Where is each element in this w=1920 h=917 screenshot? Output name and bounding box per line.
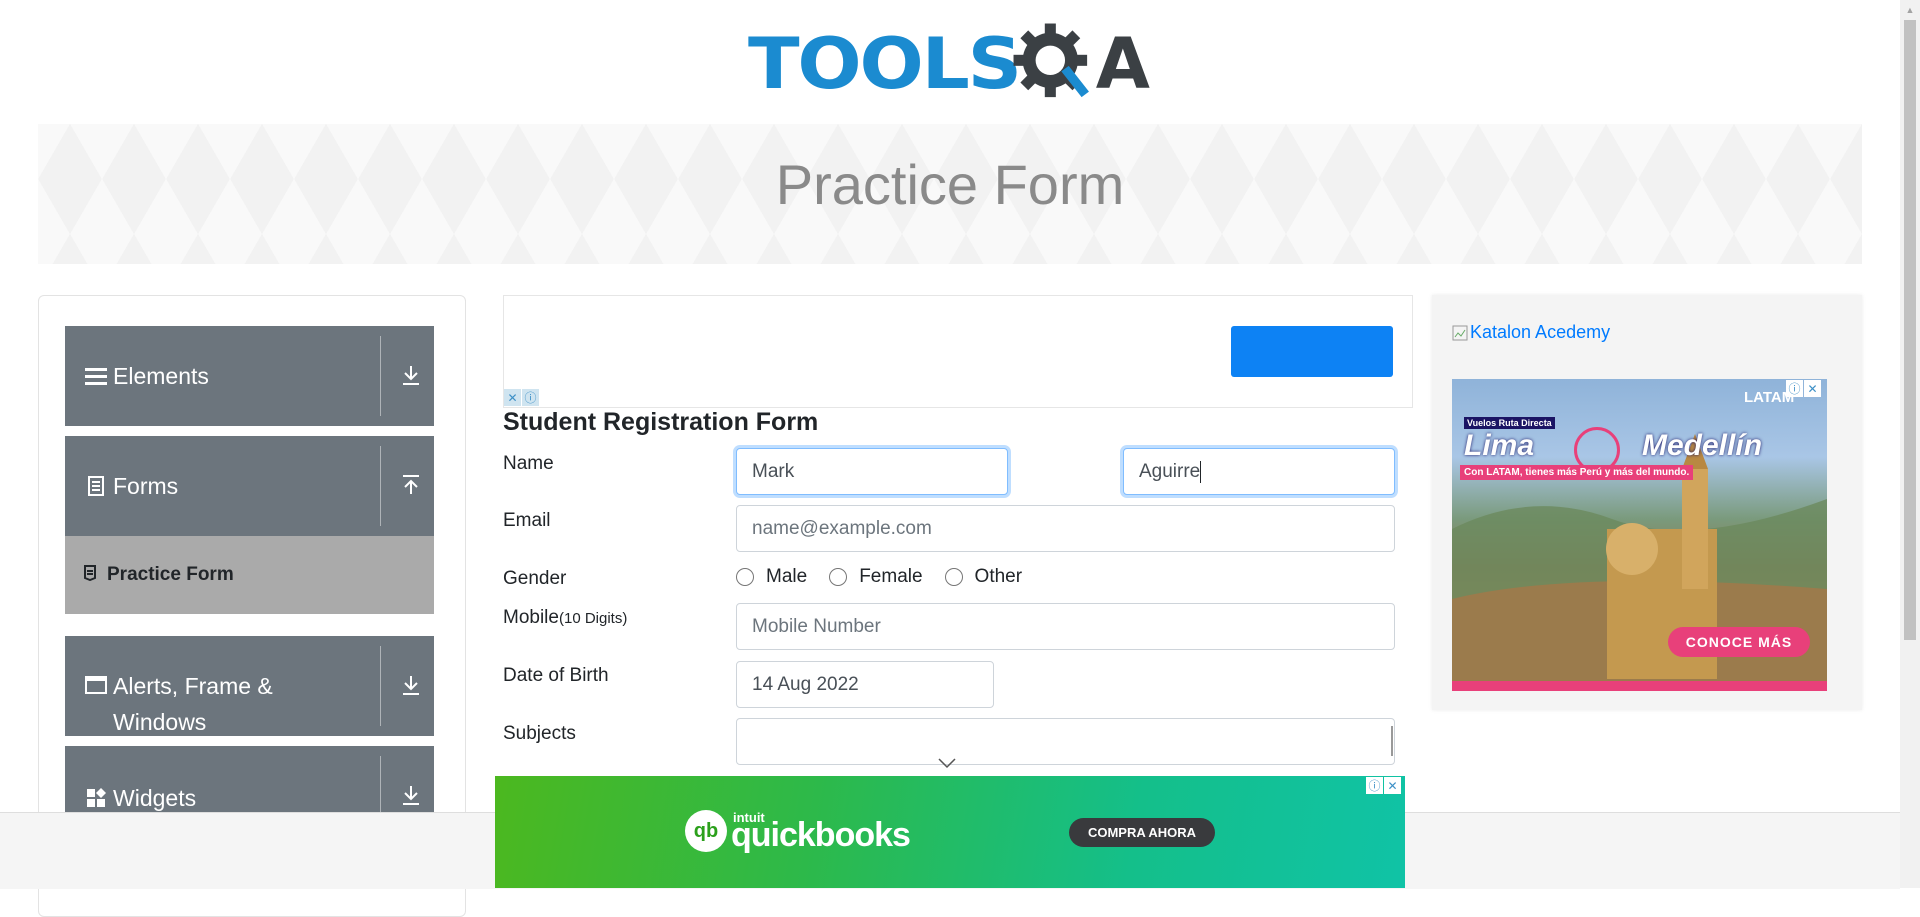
email-label: Email (503, 510, 551, 531)
sidebar-group-label: Forms (113, 473, 179, 499)
mobile-label: Mobile(10 Digits) (503, 607, 627, 629)
sidebar-group-label: Alerts, Frame & (113, 673, 273, 699)
hamburger-icon (85, 366, 107, 386)
latam-advertisement[interactable]: Vuelos Ruta Directa Lima Medellín Con LA… (1452, 379, 1827, 691)
right-ad-choices[interactable]: ⓘ ✕ (1786, 380, 1821, 397)
sidebar-group-label-wrap: Alerts, Frame & Windows (113, 668, 273, 740)
subjects-input[interactable] (736, 718, 1395, 765)
gender-other-label[interactable]: Other (975, 566, 1023, 588)
expand-down-icon[interactable] (399, 364, 423, 391)
sidebar-group-label: Widgets (113, 785, 197, 811)
sidebar-item-label: Practice Form (107, 564, 234, 585)
date-of-birth-input[interactable]: 14 Aug 2022 (736, 661, 994, 708)
katalon-academy-link[interactable]: Katalon Acedemy (1452, 322, 1610, 343)
group-divider (380, 446, 381, 526)
info-icon[interactable]: ⓘ (1366, 777, 1383, 794)
latam-cta-button[interactable]: CONOCE MÁS (1668, 627, 1810, 657)
gender-radio-group: Male Female Other (736, 566, 1044, 588)
logo-text-tools: TOOLS (748, 23, 1022, 105)
close-icon[interactable]: ✕ (1804, 380, 1821, 397)
sidebar-group-alerts[interactable]: Alerts, Frame & Windows (65, 636, 434, 736)
gear-icon (1013, 23, 1089, 98)
form-icon (83, 564, 97, 586)
subjects-label: Subjects (503, 723, 576, 744)
gender-male-radio[interactable] (736, 568, 754, 586)
gender-female-radio[interactable] (829, 568, 848, 586)
gender-female-label[interactable]: Female (859, 566, 922, 588)
broken-image-icon (1452, 325, 1468, 340)
latam-headline-right: Medellín (1642, 429, 1763, 462)
bottom-ad-choices[interactable]: ⓘ ✕ (1366, 777, 1401, 794)
mobile-input[interactable]: Mobile Number (736, 603, 1395, 650)
sidebar-item-practice-form[interactable]: Practice Form (65, 536, 434, 614)
latam-kicker: Vuelos Ruta Directa (1464, 417, 1555, 429)
close-icon[interactable]: ✕ (504, 389, 521, 406)
compra-ahora-button[interactable]: COMPRA AHORA (1069, 818, 1215, 847)
last-name-value: Aguirre (1139, 461, 1201, 482)
sidebar-group-forms[interactable]: Forms (65, 436, 434, 536)
name-label: Name (503, 453, 554, 474)
gender-male-label[interactable]: Male (766, 566, 807, 588)
quickbooks-advertisement[interactable]: qb intuit quickbooks COMPRA AHORA (495, 776, 1405, 888)
latam-headline-left: Lima (1464, 429, 1535, 462)
toolsqa-logo[interactable]: TOOLS A (748, 14, 1152, 114)
sidebar-group-label: Elements (113, 363, 209, 389)
document-icon (85, 476, 107, 496)
info-icon[interactable]: ⓘ (1786, 380, 1803, 397)
dob-label: Date of Birth (503, 665, 609, 686)
quickbooks-logo-icon: qb (685, 810, 727, 852)
expand-down-icon[interactable] (399, 784, 423, 811)
widgets-icon (85, 788, 107, 808)
sidebar-group-label-line2: Windows (113, 709, 207, 735)
sidebar-group-elements[interactable]: Elements (65, 326, 434, 426)
expand-down-icon[interactable] (399, 674, 423, 701)
group-divider (380, 646, 381, 726)
ad-button[interactable] (1231, 326, 1393, 377)
scrollbar-thumb[interactable] (1904, 20, 1916, 640)
close-icon[interactable]: ✕ (1384, 777, 1401, 794)
gender-label: Gender (503, 568, 567, 589)
latam-tagline: Con LATAM, tienes más Perú y más del mun… (1460, 465, 1694, 480)
text-cursor (1200, 460, 1202, 483)
ad-choices[interactable]: ✕ ⓘ (504, 389, 539, 406)
last-name-input[interactable]: Aguirre (1123, 448, 1395, 495)
katalon-alt-text: Katalon Acedemy (1470, 322, 1611, 342)
page-title: Practice Form (775, 153, 1125, 216)
chevron-down-icon[interactable] (937, 756, 957, 774)
group-divider (380, 336, 381, 416)
scroll-up-arrow-icon[interactable]: ▲ (1900, 0, 1920, 20)
window-icon (85, 676, 107, 694)
collapse-up-icon[interactable] (399, 474, 423, 501)
mobile-label-text: Mobile (503, 607, 559, 628)
info-icon[interactable]: ⓘ (522, 389, 539, 406)
mobile-hint: (10 Digits) (558, 610, 628, 627)
logo-text-a: A (1095, 23, 1150, 105)
quickbooks-brand: quickbooks (731, 816, 911, 854)
gender-other-radio[interactable] (944, 568, 963, 586)
email-input[interactable]: name@example.com (736, 505, 1395, 552)
subjects-indicator-separator (1391, 726, 1393, 756)
form-title: Student Registration Form (503, 408, 819, 436)
first-name-input[interactable]: Mark (736, 448, 1008, 495)
